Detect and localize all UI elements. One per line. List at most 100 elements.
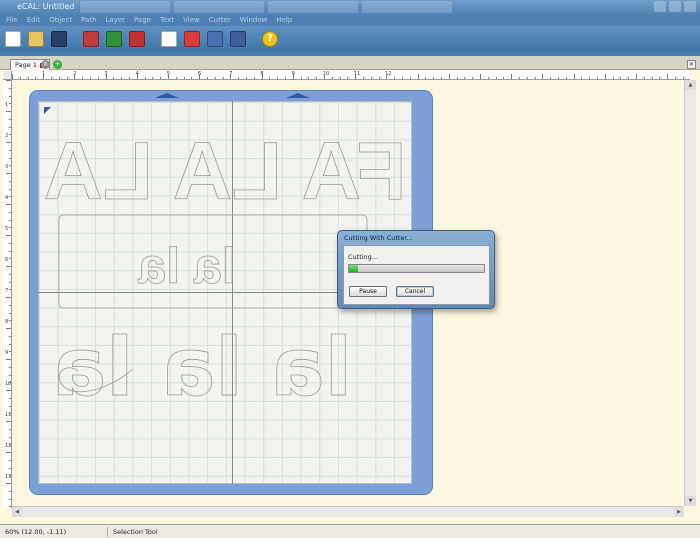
- menu-object[interactable]: Object: [49, 15, 72, 26]
- ruler-tick: [6, 266, 11, 267]
- ruler-tick-label: 4: [5, 195, 9, 201]
- ruler-tick: [339, 77, 341, 79]
- ruler-tick: [175, 77, 177, 79]
- import-button[interactable]: [81, 29, 101, 49]
- ruler-tick: [9, 335, 11, 337]
- ruler-tick: [9, 444, 11, 446]
- ruler-tick: [43, 74, 45, 79]
- cut-progress-fill: [349, 265, 359, 272]
- menu-path[interactable]: Path: [81, 15, 96, 26]
- cancel-button[interactable]: Cancel: [396, 286, 434, 297]
- ruler-tick: [363, 77, 364, 79]
- ruler-tick: [230, 74, 232, 79]
- ruler-tick: [542, 74, 544, 79]
- menu-help[interactable]: Help: [276, 15, 292, 26]
- scroll-down-icon[interactable]: ▼: [685, 496, 696, 506]
- ruler-tick: [6, 80, 11, 81]
- save-button[interactable]: [49, 29, 69, 49]
- ruler-tick: [121, 77, 123, 79]
- ruler-tick: [636, 74, 637, 79]
- ruler-tick: [136, 74, 138, 79]
- cut-button[interactable]: [182, 29, 202, 49]
- ruler-tick: [417, 74, 419, 79]
- ruler-tick: [105, 74, 107, 79]
- open-button[interactable]: [26, 29, 46, 49]
- color-button[interactable]: [127, 29, 147, 49]
- ruler-tick: [573, 74, 575, 79]
- menu-view[interactable]: View: [183, 15, 200, 26]
- ruler-tick: [675, 77, 676, 79]
- ruler-tick: [308, 77, 310, 79]
- vertical-scrollbar[interactable]: ▲ ▼: [684, 80, 696, 506]
- print-button[interactable]: [228, 29, 248, 49]
- cut-progress-bar: [348, 264, 485, 273]
- cutting-dialog: Cutting With Cutter... Cutting... Pause …: [337, 230, 495, 309]
- ruler-tick: [261, 74, 263, 79]
- cut-settings-button[interactable]: [205, 29, 225, 49]
- minimize-button[interactable]: [654, 1, 666, 12]
- ruler-tick: [58, 77, 60, 79]
- close-tab-icon[interactable]: ×: [41, 60, 50, 69]
- ruler-tick: [6, 390, 11, 391]
- scroll-up-icon[interactable]: ▲: [685, 80, 696, 90]
- ruler-tick: [9, 397, 11, 399]
- ruler-tick: [152, 77, 154, 79]
- ruler-tick: [519, 77, 520, 79]
- ruler-tick: [597, 77, 598, 79]
- menu-text[interactable]: Text: [160, 15, 174, 26]
- ruler-tick: [199, 74, 201, 79]
- ruler-tick: [9, 219, 11, 221]
- artwork-text-row3[interactable]: la la la: [52, 321, 353, 415]
- scroll-left-icon[interactable]: ◀: [12, 507, 22, 517]
- ruler-tick: [667, 74, 669, 79]
- ruler-tick: [300, 77, 302, 79]
- ruler-tick: [659, 77, 661, 79]
- maximize-button[interactable]: [669, 1, 681, 12]
- ruler-tick: [472, 77, 474, 79]
- export-button[interactable]: [104, 29, 124, 49]
- close-button[interactable]: [684, 1, 696, 12]
- ruler-tick: [9, 188, 11, 190]
- ruler-tick-label: 8: [5, 319, 9, 325]
- ruler-tick: [487, 77, 489, 79]
- ruler-tick: [565, 77, 567, 79]
- add-tab-icon[interactable]: +: [53, 60, 62, 69]
- scroll-right-icon[interactable]: ▶: [674, 507, 684, 517]
- horizontal-scrollbar[interactable]: ◀ ▶: [12, 506, 684, 517]
- print-icon: [230, 31, 246, 47]
- ruler-tick-label: 7: [5, 288, 9, 294]
- preview-button[interactable]: [159, 29, 179, 49]
- ruler-tick: [441, 77, 442, 79]
- menu-layer[interactable]: Layer: [105, 15, 125, 26]
- help-button[interactable]: ?: [260, 29, 280, 49]
- menu-bar: File Edit Object Path Layer Page Text View Cutte…: [0, 15, 700, 26]
- ruler-tick: [222, 77, 224, 79]
- ruler-corner: [3, 71, 12, 80]
- close-document-icon[interactable]: ×: [687, 60, 696, 69]
- menu-page[interactable]: Page: [134, 15, 151, 26]
- ruler-tick: [9, 211, 11, 213]
- ruler-tick: [495, 77, 497, 79]
- dialog-title: Cutting With Cutter...: [344, 234, 413, 242]
- ruler-tick-label: 6: [5, 257, 9, 263]
- tab-page-label: Page 1: [15, 61, 37, 69]
- ruler-tick: [9, 95, 11, 97]
- ruler-tick: [129, 77, 130, 79]
- ruler-tick: [9, 149, 11, 151]
- ruler-tick: [74, 74, 76, 79]
- ruler-tick: [9, 126, 11, 128]
- pause-button[interactable]: Pause: [349, 286, 387, 297]
- new-button[interactable]: [3, 29, 23, 49]
- menu-file[interactable]: File: [6, 15, 18, 26]
- ruler-tick: [97, 77, 99, 79]
- artwork-text-row1[interactable]: FA LA LA: [43, 126, 407, 218]
- ruler-tick: [238, 77, 240, 79]
- ruler-tick: [628, 77, 630, 79]
- color-icon: [129, 31, 145, 47]
- menu-edit[interactable]: Edit: [27, 15, 41, 26]
- dialog-status: Cutting...: [348, 253, 379, 261]
- ruler-tick: [214, 77, 216, 79]
- menu-cutter[interactable]: Cutter: [209, 15, 231, 26]
- menu-window[interactable]: Window: [240, 15, 268, 26]
- artwork-text-row2[interactable]: la la: [137, 238, 236, 295]
